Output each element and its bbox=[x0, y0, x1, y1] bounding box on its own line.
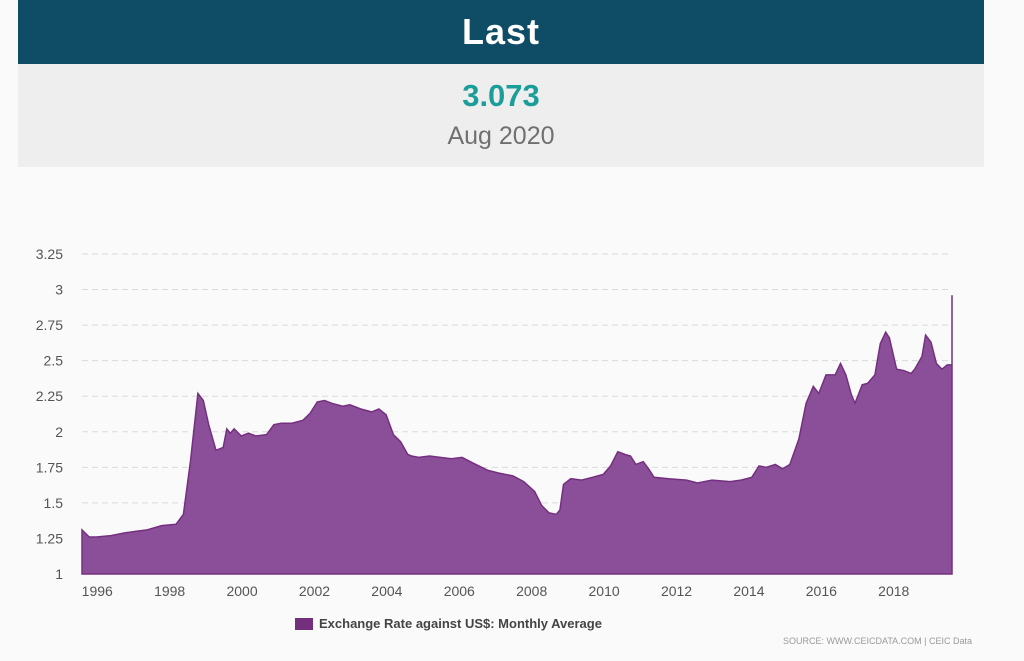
x-tick-label: 2016 bbox=[806, 583, 837, 599]
y-tick-label: 2.25 bbox=[36, 388, 63, 404]
x-tick-label: 2006 bbox=[444, 583, 475, 599]
header-title: Last bbox=[461, 11, 541, 52]
x-tick-label: 1998 bbox=[154, 583, 185, 599]
y-tick-label: 2.75 bbox=[36, 317, 63, 333]
x-tick-label: 2004 bbox=[371, 583, 402, 599]
y-tick-label: 1.5 bbox=[44, 495, 64, 511]
x-tick-label: 2002 bbox=[299, 583, 330, 599]
latest-value: 3.073 bbox=[462, 78, 540, 113]
x-tick-label: 2014 bbox=[733, 583, 764, 599]
x-tick-label: 2008 bbox=[516, 583, 547, 599]
x-tick-label: 1996 bbox=[82, 583, 113, 599]
y-axis-ticks: 1 1.25 1.5 1.75 2 2.25 2.5 2.75 3 3.25 bbox=[36, 246, 63, 582]
y-tick-label: 1.75 bbox=[36, 459, 63, 475]
legend-label: Exchange Rate against US$: Monthly Avera… bbox=[319, 616, 602, 631]
x-tick-label: 2012 bbox=[661, 583, 692, 599]
source-note: SOURCE: WWW.CEICDATA.COM | CEIC Data bbox=[782, 636, 972, 646]
area-series-path bbox=[81, 295, 953, 575]
x-tick-label: 2010 bbox=[589, 583, 620, 599]
x-axis-ticks: 1996 1998 2000 2002 2004 2006 2008 2010 2012 2014… bbox=[82, 583, 910, 599]
y-tick-label: 1.25 bbox=[36, 530, 63, 546]
y-tick-label: 3.25 bbox=[36, 246, 63, 262]
latest-value-panel: 3.073 Aug 2020 bbox=[18, 64, 984, 167]
exchange-rate-chart: 1 1.25 1.5 1.75 2 2.25 2.5 2.75 3 3.25 1996 1998 20… bbox=[36, 246, 953, 599]
x-tick-label: 2000 bbox=[226, 583, 257, 599]
legend-swatch bbox=[295, 617, 313, 630]
y-tick-label: 1 bbox=[55, 566, 63, 582]
header-bar: Last bbox=[18, 0, 984, 64]
y-tick-label: 3 bbox=[55, 282, 63, 298]
legend[interactable]: Exchange Rate against US$: Monthly Avera… bbox=[295, 616, 602, 631]
latest-date: Aug 2020 bbox=[447, 122, 555, 150]
y-tick-label: 2 bbox=[55, 424, 63, 440]
y-tick-label: 2.5 bbox=[44, 353, 64, 369]
area-series bbox=[81, 295, 953, 575]
x-tick-label: 2018 bbox=[878, 583, 909, 599]
